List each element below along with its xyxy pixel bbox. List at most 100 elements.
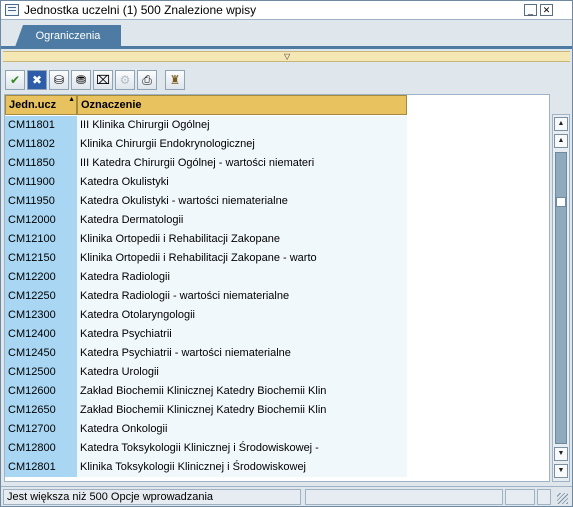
table-row[interactable]: CM12150 Klinika Ortopedii i Rehabilitacji… <box>5 249 549 268</box>
personalize-icon: ♜ <box>169 72 181 87</box>
table-row[interactable]: CM11801 III Klinika Chirurgii Ogólnej <box>5 116 549 135</box>
cell-jedn-ucz[interactable]: CM12650 <box>5 401 77 420</box>
find-next-icon: ⛃ <box>75 72 87 87</box>
cell-jedn-ucz[interactable]: CM12500 <box>5 363 77 382</box>
scroll-bottom-button[interactable]: ▼ <box>554 464 568 478</box>
restrictions-collapse-bar[interactable]: ▽ <box>3 51 570 62</box>
checkmark-icon: ✔ <box>9 72 21 87</box>
collapse-arrow-icon[interactable]: ▽ <box>284 53 290 61</box>
cell-jedn-ucz[interactable]: CM11802 <box>5 135 77 154</box>
application-toolbar: ✔ ✖ ⛁ ⛃ ⌧ ⚙ ⎙ ♜ <box>1 67 572 92</box>
find-icon: ⛁ <box>53 72 65 87</box>
cell-oznaczenie[interactable]: III Katedra Chirurgii Ogólnej - wartości… <box>77 154 407 173</box>
table-row[interactable]: CM12300 Katedra Otolaryngologii <box>5 306 549 325</box>
personalize-button[interactable]: ♜ <box>165 69 185 90</box>
cell-oznaczenie[interactable]: Katedra Otolaryngologii <box>77 306 407 325</box>
table-row[interactable]: CM11900 Katedra Okulistyki <box>5 173 549 192</box>
table-row[interactable]: CM11802 Klinika Chirurgii Endokrynologicz… <box>5 135 549 154</box>
tab-strip: Ograniczenia <box>1 21 572 47</box>
column-header-jedn-ucz[interactable]: Jedn.ucz ▲ <box>5 95 77 115</box>
cell-jedn-ucz[interactable]: CM12800 <box>5 439 77 458</box>
scrollbar-thumb[interactable] <box>556 197 566 207</box>
table-row[interactable]: CM12600 Zakład Biochemii Klinicznej Kated… <box>5 382 549 401</box>
scroll-down-button[interactable]: ▼ <box>554 447 568 461</box>
table-row[interactable]: CM12450 Katedra Psychiatrii - wartości ni… <box>5 344 549 363</box>
column-header-oznaczenie[interactable]: Oznaczenie <box>77 95 407 115</box>
find-next-button[interactable]: ⛃ <box>71 69 91 90</box>
cell-jedn-ucz[interactable]: CM12300 <box>5 306 77 325</box>
cell-oznaczenie[interactable]: Katedra Okulistyki <box>77 173 407 192</box>
cell-oznaczenie[interactable]: Katedra Toksykologii Klinicznej i Środow… <box>77 439 407 458</box>
cell-oznaczenie[interactable]: III Klinika Chirurgii Ogólnej <box>77 116 407 135</box>
vertical-scrollbar[interactable]: ▲ ▲ ▼ ▼ <box>552 114 570 482</box>
cell-oznaczenie[interactable]: Klinika Toksykologii Klinicznej i Środow… <box>77 458 407 477</box>
title-bar: Jednostka uczelni (1) 500 Znalezione wpi… <box>1 1 572 20</box>
scroll-up-button[interactable]: ▲ <box>554 134 568 148</box>
close-button[interactable]: ✕ <box>540 4 553 16</box>
scrollbar-track[interactable] <box>555 152 567 444</box>
column-header-label: Jedn.ucz <box>9 99 57 111</box>
cell-jedn-ucz[interactable]: CM12200 <box>5 268 77 287</box>
table-row[interactable]: CM12700 Katedra Onkologii <box>5 420 549 439</box>
table-row[interactable]: CM12200 Katedra Radiologii <box>5 268 549 287</box>
cancel-button[interactable]: ✖ <box>27 69 47 90</box>
delete-selection-icon: ⌧ <box>96 72 110 87</box>
status-field <box>537 489 551 505</box>
table-row[interactable]: CM12800 Katedra Toksykologii Klinicznej i… <box>5 439 549 458</box>
cell-oznaczenie[interactable]: Katedra Radiologii - wartości niemateria… <box>77 287 407 306</box>
table-row[interactable]: CM11950 Katedra Okulistyki - wartości nie… <box>5 192 549 211</box>
status-field <box>505 489 535 505</box>
cell-oznaczenie[interactable]: Katedra Radiologii <box>77 268 407 287</box>
cell-oznaczenie[interactable]: Katedra Psychiatrii <box>77 325 407 344</box>
sort-ascending-icon: ▲ <box>68 96 75 103</box>
window-title: Jednostka uczelni (1) 500 Znalezione wpi… <box>24 3 257 17</box>
cell-jedn-ucz[interactable]: CM12600 <box>5 382 77 401</box>
cell-jedn-ucz[interactable]: CM11950 <box>5 192 77 211</box>
find-button[interactable]: ⛁ <box>49 69 69 90</box>
table-row[interactable]: CM12250 Katedra Radiologii - wartości nie… <box>5 287 549 306</box>
cancel-icon: ✖ <box>31 72 43 87</box>
cell-jedn-ucz[interactable]: CM12700 <box>5 420 77 439</box>
cell-jedn-ucz[interactable]: CM12000 <box>5 211 77 230</box>
status-field <box>305 489 503 505</box>
cell-jedn-ucz[interactable]: CM12250 <box>5 287 77 306</box>
status-message: Jest większa niż 500 Opcje wprowadzania <box>3 489 301 505</box>
cell-jedn-ucz[interactable]: CM11850 <box>5 154 77 173</box>
cell-jedn-ucz[interactable]: CM11900 <box>5 173 77 192</box>
cell-oznaczenie[interactable]: Zakład Biochemii Klinicznej Katedry Bioc… <box>77 382 407 401</box>
dialog-window: Jednostka uczelni (1) 500 Znalezione wpi… <box>0 0 573 507</box>
minimize-button[interactable]: _ <box>524 4 537 16</box>
cell-jedn-ucz[interactable]: CM12450 <box>5 344 77 363</box>
table-row[interactable]: CM12500 Katedra Urologii <box>5 363 549 382</box>
delete-selection-button[interactable]: ⌧ <box>93 69 113 90</box>
cell-jedn-ucz[interactable]: CM12400 <box>5 325 77 344</box>
cell-oznaczenie[interactable]: Katedra Psychiatrii - wartości niemateri… <box>77 344 407 363</box>
tab-ograniczenia[interactable]: Ograniczenia <box>15 25 121 47</box>
cell-jedn-ucz[interactable]: CM12100 <box>5 230 77 249</box>
scroll-top-button[interactable]: ▲ <box>554 117 568 131</box>
cell-jedn-ucz[interactable]: CM11801 <box>5 116 77 135</box>
cell-oznaczenie[interactable]: Klinika Chirurgii Endokrynologicznej <box>77 135 407 154</box>
table-row[interactable]: CM12400 Katedra Psychiatrii <box>5 325 549 344</box>
cell-oznaczenie[interactable]: Katedra Urologii <box>77 363 407 382</box>
print-button[interactable]: ⎙ <box>137 69 157 90</box>
table-row[interactable]: CM12801 Klinika Toksykologii Klinicznej i… <box>5 458 549 477</box>
table-row[interactable]: CM12650 Zakład Biochemii Klinicznej Kated… <box>5 401 549 420</box>
table-row[interactable]: CM11850 III Katedra Chirurgii Ogólnej - w… <box>5 154 549 173</box>
cell-oznaczenie[interactable]: Zakład Biochemii Klinicznej Katedry Bioc… <box>77 401 407 420</box>
info-button[interactable]: ⚙ <box>115 69 135 90</box>
resize-grip-icon[interactable] <box>557 493 568 504</box>
results-table: Jedn.ucz ▲ Oznaczenie CM11801 III Klinika… <box>4 94 550 482</box>
cell-oznaczenie[interactable]: Klinika Ortopedii i Rehabilitacji Zakopa… <box>77 230 407 249</box>
cell-oznaczenie[interactable]: Katedra Onkologii <box>77 420 407 439</box>
table-row[interactable]: CM12000 Katedra Dermatologii <box>5 211 549 230</box>
cell-oznaczenie[interactable]: Klinika Ortopedii i Rehabilitacji Zakopa… <box>77 249 407 268</box>
cell-jedn-ucz[interactable]: CM12150 <box>5 249 77 268</box>
cell-oznaczenie[interactable]: Katedra Okulistyki - wartości niemateria… <box>77 192 407 211</box>
checkmark-button[interactable]: ✔ <box>5 69 25 90</box>
table-row[interactable]: CM12100 Klinika Ortopedii i Rehabilitacji… <box>5 230 549 249</box>
status-bar: Jest większa niż 500 Opcje wprowadzania <box>1 486 572 506</box>
cell-jedn-ucz[interactable]: CM12801 <box>5 458 77 477</box>
cell-oznaczenie[interactable]: Katedra Dermatologii <box>77 211 407 230</box>
column-header-label: Oznaczenie <box>81 99 142 111</box>
